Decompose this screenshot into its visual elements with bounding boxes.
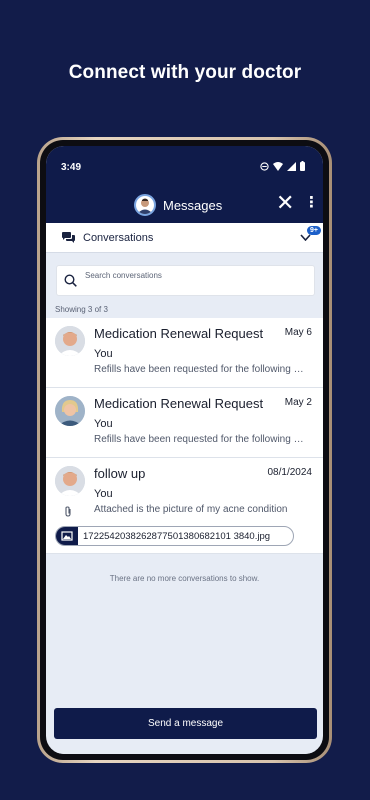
end-of-list-message: There are no more conversations to show. bbox=[109, 574, 260, 583]
search-input[interactable] bbox=[85, 267, 305, 283]
chevron-down-icon[interactable] bbox=[300, 234, 311, 241]
doctor-male-avatar bbox=[55, 326, 85, 356]
do-not-disturb-icon bbox=[260, 161, 269, 171]
doctor-female-avatar bbox=[55, 396, 85, 426]
conversation-list: Medication Renewal Request May 6 You Ref… bbox=[46, 318, 323, 554]
doctor-male-avatar bbox=[55, 466, 85, 496]
attachment-chip[interactable]: 1722542038262877501380682101 3840.jpg bbox=[55, 526, 294, 546]
paperclip-icon bbox=[65, 506, 71, 517]
conversation-date: May 2 bbox=[284, 397, 312, 408]
search-icon bbox=[64, 274, 77, 287]
wifi-icon bbox=[273, 161, 283, 171]
status-bar: 3:49 bbox=[46, 146, 323, 186]
conversation-sender: You bbox=[94, 418, 113, 430]
page-headline: Connect with your doctor bbox=[68, 62, 302, 83]
more-options-icon[interactable]: ⋮ bbox=[304, 195, 319, 211]
conversation-sender: You bbox=[94, 348, 113, 360]
conversation-date: 08/1/2024 bbox=[267, 467, 313, 478]
conversation-subject: follow up bbox=[94, 466, 146, 481]
conversation-subject: Medication Renewal Request bbox=[94, 396, 264, 411]
signal-icon bbox=[287, 161, 296, 171]
close-icon[interactable]: ✕ bbox=[276, 192, 294, 214]
conversation-preview: Refills have been requested for the foll… bbox=[94, 364, 310, 375]
conversations-dropdown[interactable]: Conversations 9+ bbox=[46, 223, 323, 253]
app-header: Messages ✕ ⋮ bbox=[46, 186, 323, 223]
conversation-preview: Refills have been requested for the foll… bbox=[94, 434, 310, 445]
conversation-preview: Attached is the picture of my acne condi… bbox=[94, 504, 288, 515]
results-count: Showing 3 of 3 bbox=[55, 305, 108, 314]
battery-icon bbox=[300, 161, 305, 171]
image-icon bbox=[56, 527, 78, 545]
conversations-label: Conversations bbox=[83, 232, 154, 244]
phone-frame: 3:49 Messages ✕ ⋮ Conversations 9+ Searc… bbox=[37, 137, 332, 763]
list-item[interactable]: follow up 08/1/2024 You Attached is the … bbox=[46, 458, 323, 554]
unread-badge: 9+ bbox=[307, 226, 321, 235]
search-box[interactable] bbox=[56, 265, 315, 296]
send-message-button[interactable]: Send a message bbox=[54, 708, 317, 739]
conversation-sender: You bbox=[94, 488, 113, 500]
list-item[interactable]: Medication Renewal Request May 2 You Ref… bbox=[46, 388, 323, 458]
chat-icon bbox=[62, 232, 75, 243]
conversation-date: May 6 bbox=[284, 327, 312, 338]
doctor-avatar bbox=[134, 194, 156, 216]
app-screen: 3:49 Messages ✕ ⋮ Conversations 9+ Searc… bbox=[46, 146, 323, 754]
list-item[interactable]: Medication Renewal Request May 6 You Ref… bbox=[46, 318, 323, 388]
conversation-subject: Medication Renewal Request bbox=[94, 326, 264, 341]
page-title: Messages bbox=[163, 198, 223, 213]
attachment-filename: 1722542038262877501380682101 3840.jpg bbox=[83, 531, 271, 542]
status-time: 3:49 bbox=[61, 162, 82, 173]
